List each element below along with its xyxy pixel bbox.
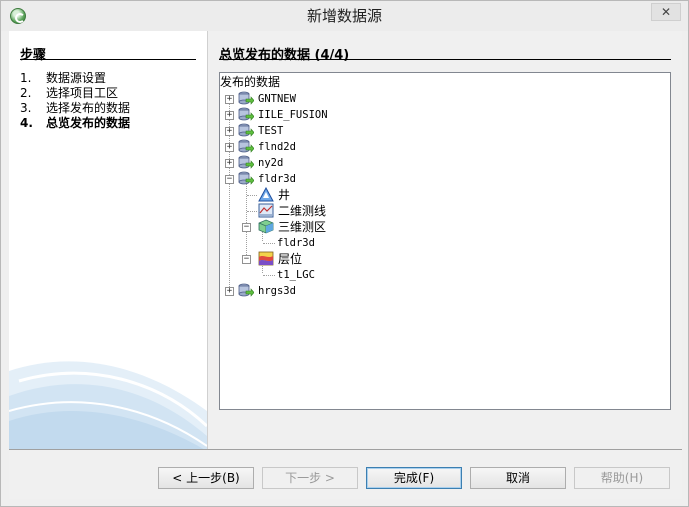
dialog-window: 新增数据源 ✕ 步骤 1. 数据源设置 2. 选择项目工区 3. 选择发布的数据 4.…	[0, 0, 689, 507]
title-bar[interactable]: 新增数据源 ✕	[1, 1, 688, 31]
project-database-icon	[238, 123, 254, 137]
project-database-icon	[238, 155, 254, 169]
step-item: 1. 数据源设置	[20, 71, 107, 85]
tree-connector	[247, 211, 257, 212]
tree-node-label: 井	[278, 188, 291, 202]
tree-node-label: 层位	[278, 252, 303, 266]
steps-list: 1. 数据源设置 2. 选择项目工区 3. 选择发布的数据 4. 总览发布的数据	[20, 71, 205, 131]
content-header-rule	[219, 59, 671, 60]
tree-node-label: flnd2d	[258, 141, 296, 153]
footer-separator	[9, 449, 682, 450]
tree-node-label: IILE_FUSION	[258, 109, 328, 121]
horizon-layer-icon	[258, 251, 274, 266]
project-database-icon	[238, 283, 254, 297]
collapse-toggle[interactable]: −	[225, 175, 234, 184]
tree-node-label: fldr3d	[277, 237, 315, 249]
project-database-icon	[238, 139, 254, 153]
expand-toggle[interactable]: +	[225, 159, 234, 168]
tree-node-project[interactable]: + ny2d	[220, 155, 660, 171]
back-button[interactable]: < 上一步(B)	[158, 467, 254, 489]
collapse-toggle[interactable]: −	[242, 223, 251, 232]
tree-node-project[interactable]: + TEST	[220, 123, 660, 139]
tree-node-label: 三维测区	[278, 220, 327, 234]
project-database-icon	[238, 91, 254, 105]
project-database-icon	[238, 107, 254, 121]
tree-node-3d-survey[interactable]: − 三维测区	[220, 219, 660, 235]
tree-node-project[interactable]: + flnd2d	[220, 139, 660, 155]
expand-toggle[interactable]: +	[225, 95, 234, 104]
well-triangle-icon	[258, 187, 274, 202]
seismic-2d-line-icon	[258, 203, 274, 218]
tree-node-project[interactable]: + GNTNEW	[220, 91, 660, 107]
tree-node-project[interactable]: + hrgs3d	[220, 283, 660, 299]
decorative-swoosh	[9, 361, 207, 449]
step-item: 3. 选择发布的数据	[20, 101, 131, 115]
close-button[interactable]: ✕	[651, 3, 681, 21]
window-title: 新增数据源	[306, 7, 382, 25]
step-item: 2. 选择项目工区	[20, 86, 119, 100]
steps-header: 步骤	[20, 48, 47, 63]
project-database-icon	[238, 171, 254, 185]
tree-connector	[263, 243, 275, 244]
tree-node-label: ny2d	[258, 157, 284, 169]
expand-toggle[interactable]: +	[225, 111, 234, 120]
tree-node-label: TEST	[258, 125, 284, 137]
published-data-tree[interactable]: 发布的数据 + GNTNEW + IILE_FUSION + TEST + fl…	[219, 72, 671, 410]
tree-connector	[263, 275, 275, 276]
help-button[interactable]: 帮助(H)	[574, 467, 670, 489]
expand-toggle[interactable]: +	[225, 287, 234, 296]
tree-node-horizon-item[interactable]: t1_LGC	[220, 267, 660, 283]
tree-node-project[interactable]: + IILE_FUSION	[220, 107, 660, 123]
pane-divider	[207, 31, 208, 449]
tree-node-label: fldr3d	[258, 173, 296, 185]
cancel-button[interactable]: 取消	[470, 467, 566, 489]
expand-toggle[interactable]: +	[225, 127, 234, 136]
tree-node-well[interactable]: 井	[220, 187, 660, 203]
next-button[interactable]: 下一步 >	[262, 467, 358, 489]
tree-node-survey-item[interactable]: fldr3d	[220, 235, 660, 251]
content-header: 总览发布的数据 (4/4)	[219, 48, 350, 63]
seismic-3d-cube-icon	[258, 219, 274, 234]
tree-node-2d-lines[interactable]: 二维测线	[220, 203, 660, 219]
tree-connector	[247, 195, 257, 196]
step-item-current: 4. 总览发布的数据	[20, 116, 131, 130]
steps-pane: 步骤 1. 数据源设置 2. 选择项目工区 3. 选择发布的数据 4. 总览发布的数据	[9, 31, 207, 449]
expand-toggle[interactable]: +	[225, 143, 234, 152]
steps-header-rule	[20, 59, 196, 60]
tree-node-horizon[interactable]: − 层位	[220, 251, 660, 267]
tree-node-label: 二维测线	[278, 204, 327, 218]
collapse-toggle[interactable]: −	[242, 255, 251, 264]
tree-node-label: GNTNEW	[258, 93, 296, 105]
tree-root-label: 发布的数据	[220, 75, 281, 89]
wizard-body: 步骤 1. 数据源设置 2. 选择项目工区 3. 选择发布的数据 4. 总览发布的数据 …	[9, 31, 682, 499]
tree-node-label: hrgs3d	[258, 285, 296, 297]
finish-button[interactable]: 完成(F)	[366, 467, 462, 489]
tree-node-project-expanded[interactable]: − fldr3d	[220, 171, 660, 187]
tree-node-label: t1_LGC	[277, 269, 315, 281]
